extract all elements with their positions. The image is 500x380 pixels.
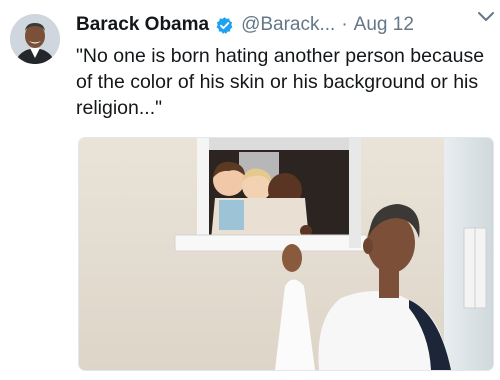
tweet-header: Barack Obama @Barack... · Aug 12 bbox=[76, 10, 490, 40]
tweet-text: "No one is born hating another person be… bbox=[76, 45, 485, 119]
tweet-date[interactable]: Aug 12 bbox=[354, 14, 414, 36]
verified-badge-icon bbox=[215, 16, 234, 35]
tweet-card: Barack Obama @Barack... · Aug 12 "No one… bbox=[0, 0, 500, 380]
header-separator: · bbox=[341, 14, 348, 35]
author-handle[interactable]: @Barack... bbox=[241, 14, 335, 36]
avatar-image bbox=[10, 14, 60, 64]
chevron-down-icon[interactable] bbox=[476, 6, 496, 26]
author-name[interactable]: Barack Obama bbox=[76, 14, 209, 36]
tweet-photo[interactable] bbox=[78, 137, 494, 371]
photo-image bbox=[79, 138, 493, 370]
author-avatar[interactable] bbox=[10, 14, 60, 64]
